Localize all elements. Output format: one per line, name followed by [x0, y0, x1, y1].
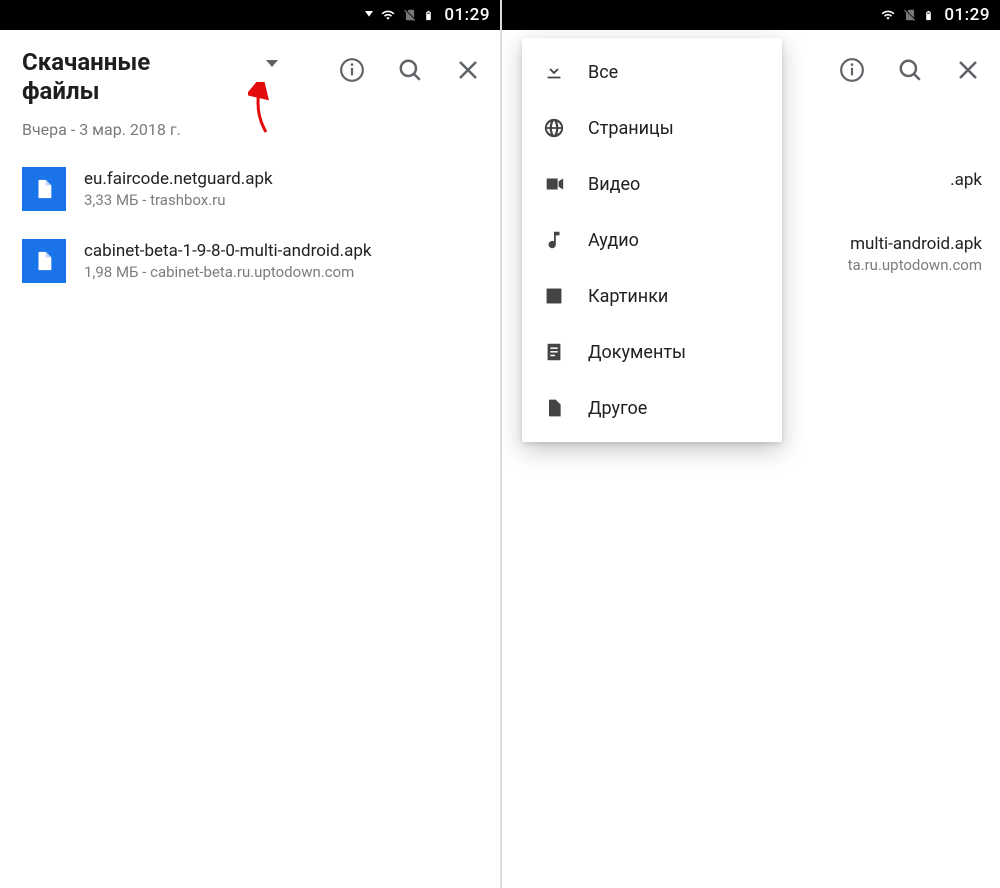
search-icon[interactable] [396, 56, 424, 84]
file-list: eu.faircode.netguard.apk 3,33 МБ - trash… [0, 143, 500, 297]
menu-item-label: Аудио [588, 230, 639, 251]
file-item[interactable]: eu.faircode.netguard.apk 3,33 МБ - trash… [22, 153, 496, 225]
menu-item-images[interactable]: Картинки [522, 268, 782, 324]
menu-item-other[interactable]: Другое [522, 380, 782, 436]
date-group-label: Вчера - 3 мар. 2018 г. [0, 112, 500, 143]
battery-icon [423, 7, 434, 24]
close-icon[interactable] [954, 56, 982, 84]
filter-menu: Все Страницы Видео Аудио Картинки [522, 38, 782, 442]
status-clock: 01:29 [944, 5, 990, 25]
file-meta: 1,98 МБ - cabinet-beta.ru.uptodown.com [84, 263, 372, 281]
file-icon [542, 396, 566, 420]
download-icon [542, 60, 566, 84]
menu-item-label: Все [588, 62, 618, 83]
battery-icon [923, 7, 934, 24]
menu-item-label: Картинки [588, 286, 668, 307]
menu-item-label: Другое [588, 398, 647, 419]
menu-item-audio[interactable]: Аудио [522, 212, 782, 268]
file-name: eu.faircode.netguard.apk [84, 169, 273, 189]
globe-icon [542, 116, 566, 140]
no-sim-icon [903, 7, 917, 23]
info-icon[interactable] [838, 56, 866, 84]
no-sim-icon [403, 7, 417, 23]
menu-item-video[interactable]: Видео [522, 156, 782, 212]
menu-item-pages[interactable]: Страницы [522, 100, 782, 156]
status-bar: 01:29 [0, 0, 500, 30]
close-icon[interactable] [454, 56, 482, 84]
video-icon [542, 172, 566, 196]
file-name: cabinet-beta-1-9-8-0-multi-android.apk [84, 241, 372, 261]
file-meta: 3,33 МБ - trashbox.ru [84, 191, 273, 209]
file-type-icon [22, 167, 66, 211]
document-icon [542, 340, 566, 364]
menu-item-all[interactable]: Все [522, 44, 782, 100]
right-screenshot: 01:29 .apk multi-android.apk ta.ru.uptod… [500, 0, 1000, 888]
app-header: Скачанные файлы [0, 30, 500, 112]
file-item[interactable]: cabinet-beta-1-9-8-0-multi-android.apk 1… [22, 225, 496, 297]
wifi-icon [379, 8, 397, 22]
menu-item-label: Видео [588, 174, 640, 195]
info-icon[interactable] [338, 56, 366, 84]
image-icon [542, 284, 566, 308]
menu-item-label: Документы [588, 342, 686, 363]
status-bar: 01:29 [502, 0, 1000, 30]
left-screenshot: 01:29 Скачанные файлы Вчера - 3 мар. 201… [0, 0, 500, 888]
file-name-peek: .apk [848, 170, 982, 190]
file-type-icon [22, 239, 66, 283]
dropdown-status-icon [365, 11, 373, 19]
menu-item-documents[interactable]: Документы [522, 324, 782, 380]
menu-item-label: Страницы [588, 118, 674, 139]
wifi-icon [879, 8, 897, 22]
page-title: Скачанные файлы [22, 48, 222, 106]
filter-dropdown-trigger[interactable] [266, 60, 278, 67]
file-name-peek: multi-android.apk [848, 234, 982, 254]
file-meta-peek: ta.ru.uptodown.com [848, 256, 982, 274]
audio-icon [542, 228, 566, 252]
status-clock: 01:29 [444, 5, 490, 25]
search-icon[interactable] [896, 56, 924, 84]
